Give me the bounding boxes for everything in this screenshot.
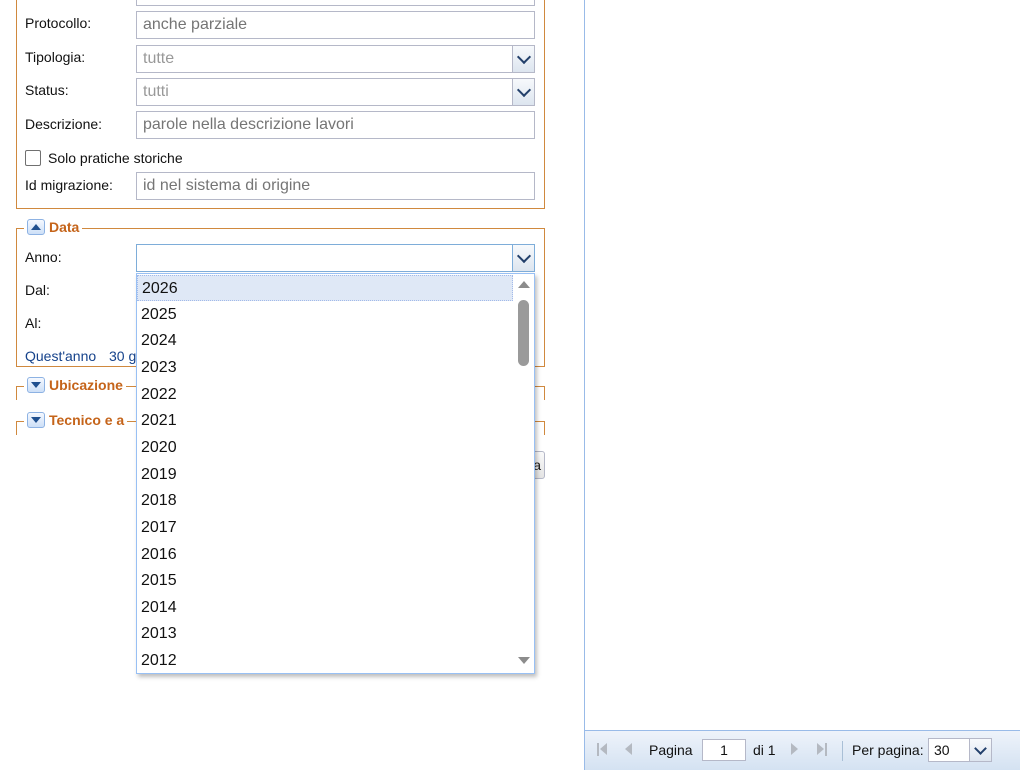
anno-select[interactable] — [136, 244, 535, 272]
dropdown-option[interactable]: 2015 — [137, 568, 513, 594]
chevron-down-icon — [516, 248, 531, 264]
expand-toggle-icon[interactable] — [27, 377, 45, 393]
per-page-select[interactable]: 30 — [928, 738, 992, 762]
triangle-down-icon — [31, 417, 41, 423]
dal-label: Dal: — [25, 282, 50, 298]
anno-dropdown-list[interactable]: 2026 2025 2024 2023 2022 2021 2020 2019 2018 2017… — [136, 273, 535, 674]
dropdown-option[interactable]: 2024 — [137, 328, 513, 354]
protocollo-label: Protocollo: — [25, 15, 92, 31]
dropdown-option[interactable]: 2020 — [137, 435, 513, 461]
page-number-input[interactable] — [702, 739, 746, 761]
expand-toggle-icon[interactable] — [27, 412, 45, 428]
solo-storiche-checkbox[interactable] — [25, 150, 41, 166]
status-select[interactable]: tutti — [136, 78, 535, 106]
tipologia-select[interactable]: tutte — [136, 45, 535, 73]
pager-separator — [842, 741, 843, 761]
status-value: tutti — [143, 83, 169, 100]
dropdown-option[interactable]: 2021 — [137, 408, 513, 434]
collapse-toggle-icon[interactable] — [27, 219, 45, 235]
dropdown-scrollbar[interactable] — [514, 274, 534, 673]
page-of-label: di 1 — [753, 742, 776, 758]
first-page-icon[interactable] — [597, 743, 607, 756]
dropdown-option[interactable]: 2013 — [137, 621, 513, 647]
tipologia-label: Tipologia: — [25, 49, 86, 65]
al-label: Al: — [25, 315, 42, 331]
descrizione-label: Descrizione: — [25, 116, 103, 132]
id-migrazione-label: Id migrazione: — [25, 177, 113, 193]
per-page-value: 30 — [934, 742, 950, 758]
status-trigger[interactable] — [512, 79, 534, 105]
dropdown-option[interactable]: 2026 — [137, 275, 513, 301]
paging-toolbar: Pagina di 1 Per pagina: 30 — [585, 730, 1020, 770]
protocollo-input[interactable] — [136, 11, 535, 39]
chevron-down-icon — [974, 741, 987, 755]
tecnico-legend[interactable]: Tecnico e a — [24, 412, 128, 428]
quick-link-this-year[interactable]: Quest'anno — [25, 348, 96, 364]
triangle-down-icon — [31, 382, 41, 388]
ubicazione-legend[interactable]: Ubicazione — [24, 377, 126, 393]
dropdown-option[interactable]: 2023 — [137, 355, 513, 381]
data-legend[interactable]: Data — [24, 219, 83, 235]
status-label: Status: — [25, 82, 69, 98]
tecnico-section-title: Tecnico e a — [49, 412, 125, 428]
last-page-icon[interactable] — [817, 743, 827, 756]
solo-storiche-label: Solo pratiche storiche — [48, 150, 183, 166]
data-section-title: Data — [49, 219, 80, 235]
dropdown-option[interactable]: 2016 — [137, 542, 513, 568]
dropdown-option[interactable]: 2017 — [137, 515, 513, 541]
id-migrazione-input[interactable] — [136, 172, 535, 200]
anno-label: Anno: — [25, 249, 62, 265]
panel-divider — [584, 0, 585, 770]
scroll-down-arrow-icon[interactable] — [518, 657, 530, 664]
scrollbar-thumb[interactable] — [518, 300, 529, 366]
dropdown-option[interactable]: 2012 — [137, 648, 513, 673]
dropdown-option[interactable]: 2018 — [137, 488, 513, 514]
tipologia-value: tutte — [143, 50, 175, 67]
chevron-down-icon — [516, 82, 531, 98]
page-label: Pagina — [649, 742, 693, 758]
chevron-down-icon — [516, 49, 531, 65]
cutoff-field[interactable] — [136, 0, 535, 6]
anno-trigger[interactable] — [512, 245, 534, 271]
ubicazione-section-title: Ubicazione — [49, 377, 123, 393]
dropdown-option[interactable]: 2014 — [137, 595, 513, 621]
scroll-up-arrow-icon[interactable] — [518, 281, 530, 288]
dropdown-option[interactable]: 2022 — [137, 382, 513, 408]
per-page-label: Per pagina: — [852, 742, 924, 758]
descrizione-input[interactable] — [136, 111, 535, 139]
next-page-icon[interactable] — [791, 743, 798, 755]
tipologia-trigger[interactable] — [512, 46, 534, 72]
per-page-trigger[interactable] — [969, 739, 991, 761]
dropdown-option[interactable]: 2019 — [137, 462, 513, 488]
triangle-up-icon — [31, 224, 41, 230]
dropdown-option[interactable]: 2025 — [137, 302, 513, 328]
prev-page-icon[interactable] — [625, 743, 632, 755]
quick-link-30-days[interactable]: 30 g — [109, 348, 136, 364]
